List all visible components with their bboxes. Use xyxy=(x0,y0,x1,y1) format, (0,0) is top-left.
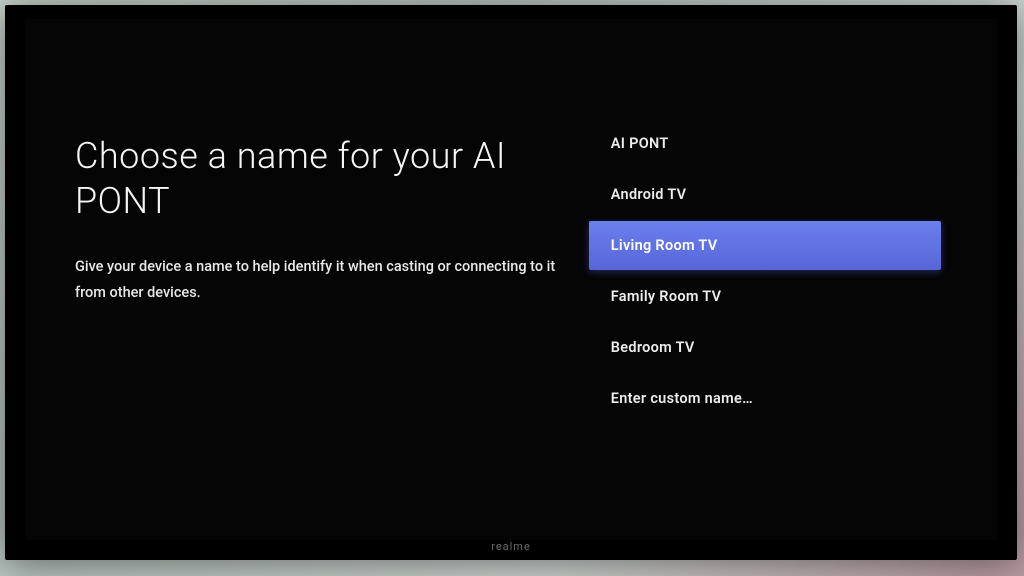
option-living-room-tv[interactable]: Living Room TV xyxy=(589,221,941,270)
page-title: Choose a name for your AI PONT xyxy=(75,134,559,224)
tv-screen: Choose a name for your AI PONT Give your… xyxy=(25,19,997,540)
device-name-options: AI PONT Android TV Living Room TV Family… xyxy=(589,19,997,540)
option-bedroom-tv[interactable]: Bedroom TV xyxy=(589,323,941,372)
setup-text-pane: Choose a name for your AI PONT Give your… xyxy=(25,19,589,540)
option-android-tv[interactable]: Android TV xyxy=(589,170,941,219)
option-custom-name[interactable]: Enter custom name… xyxy=(589,374,941,423)
page-subtitle: Give your device a name to help identify… xyxy=(75,254,559,306)
brand-label: realme xyxy=(491,540,531,553)
option-ai-pont[interactable]: AI PONT xyxy=(589,119,941,168)
tv-frame: Choose a name for your AI PONT Give your… xyxy=(5,5,1017,560)
option-family-room-tv[interactable]: Family Room TV xyxy=(589,272,941,321)
